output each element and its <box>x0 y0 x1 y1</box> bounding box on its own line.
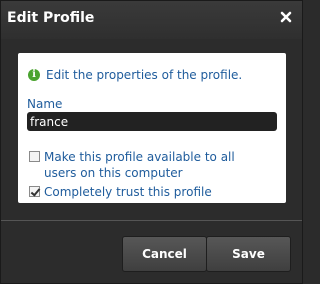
profile-form-panel: i Edit the properties of the profile. Na… <box>18 53 286 203</box>
edit-profile-dialog: Edit Profile i Edit the properties of th… <box>0 0 303 284</box>
dialog-title: Edit Profile <box>7 10 95 26</box>
cancel-button[interactable]: Cancel <box>122 236 207 272</box>
trust-profile-option[interactable]: Completely trust this profile <box>29 184 212 200</box>
available-all-users-label: Make this profile available to all users… <box>44 150 235 180</box>
close-icon[interactable] <box>278 9 294 25</box>
name-input[interactable] <box>27 112 277 131</box>
info-text: Edit the properties of the profile. <box>46 68 243 82</box>
info-icon: i <box>28 69 40 81</box>
dialog-titlebar: Edit Profile <box>1 1 302 39</box>
name-label: Name <box>27 97 63 111</box>
footer-divider <box>1 220 302 221</box>
trust-profile-checkbox[interactable] <box>29 186 40 197</box>
trust-profile-label: Completely trust this profile <box>44 185 212 199</box>
save-button[interactable]: Save <box>206 236 291 272</box>
available-all-users-option[interactable]: Make this profile available to all users… <box>29 149 269 181</box>
available-all-users-checkbox[interactable] <box>29 151 40 162</box>
info-message: i Edit the properties of the profile. <box>28 68 242 82</box>
